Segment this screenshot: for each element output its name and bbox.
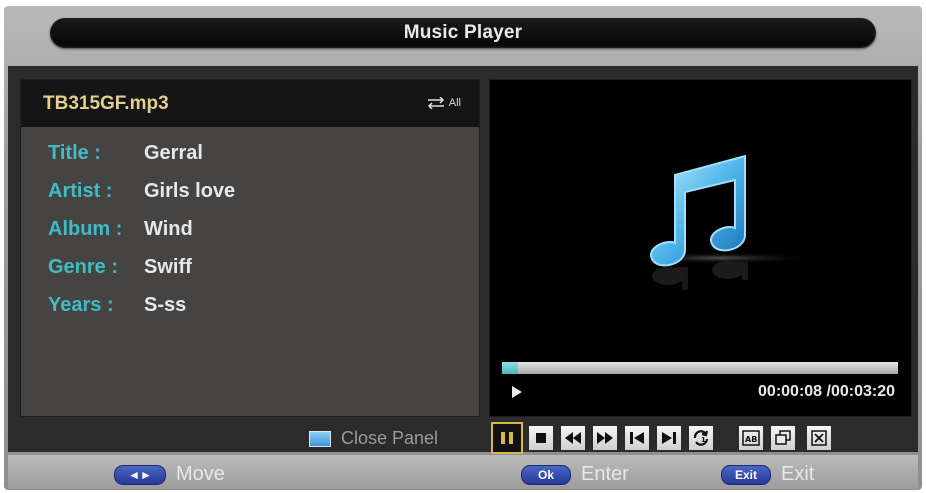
playlist-icon xyxy=(775,430,791,445)
stop-button[interactable] xyxy=(528,425,554,451)
meta-row-album: Album : Wind xyxy=(48,218,193,244)
rewind-icon xyxy=(565,432,581,444)
ab-repeat-button[interactable]: AB xyxy=(738,425,764,451)
hint-enter: Ok Enter xyxy=(521,463,629,486)
repeat-mode: All xyxy=(448,97,461,109)
pause-icon xyxy=(501,432,513,444)
meta-row-genre: Genre : Swiff xyxy=(48,256,192,282)
hint-enter-label: Enter xyxy=(581,463,629,485)
track-info-panel: TB315GF.mp3 All Title : Gerral Artist : … xyxy=(20,79,480,417)
fast-forward-button[interactable] xyxy=(592,425,618,451)
close-panel-hint[interactable]: Close Panel xyxy=(309,428,438,449)
track-filename: TB315GF.mp3 xyxy=(43,93,169,114)
meta-label: Title : xyxy=(48,142,101,164)
meta-value: S-ss xyxy=(144,294,187,316)
hint-move-label: Move xyxy=(176,463,225,485)
rewind-button[interactable] xyxy=(560,425,586,451)
close-icon xyxy=(811,430,827,446)
meta-row-title: Title : Gerral xyxy=(48,142,203,168)
track-info-header: TB315GF.mp3 All xyxy=(21,80,479,127)
ab-repeat-icon: AB xyxy=(742,430,760,446)
arrow-keys-icon: ◄► xyxy=(114,464,166,485)
meta-value: Gerral xyxy=(144,142,203,164)
meta-value: Girls love xyxy=(144,180,236,202)
previous-icon xyxy=(630,432,644,444)
close-button[interactable] xyxy=(806,425,832,451)
pause-button[interactable] xyxy=(491,422,523,454)
hint-exit: Exit Exit xyxy=(721,463,814,486)
meta-label: Years : xyxy=(48,294,114,316)
meta-row-years: Years : S-ss xyxy=(48,294,186,320)
meta-label: Album : xyxy=(48,218,123,240)
previous-button[interactable] xyxy=(624,425,650,451)
ok-key-icon: Ok xyxy=(521,464,571,485)
next-icon xyxy=(662,432,676,444)
meta-value: Swiff xyxy=(144,256,192,278)
next-button[interactable] xyxy=(656,425,682,451)
exit-key-icon: Exit xyxy=(721,464,771,485)
playlist-button[interactable] xyxy=(770,425,796,451)
music-note-icon xyxy=(625,154,815,290)
repeat-icon xyxy=(427,97,444,109)
meta-label: Artist : xyxy=(48,180,113,202)
title-bar: Music Player xyxy=(50,18,876,48)
stop-icon xyxy=(536,433,546,443)
repeat-indicator: All xyxy=(425,97,461,109)
progress-bar[interactable] xyxy=(502,362,898,374)
hint-move: ◄► Move xyxy=(114,463,225,486)
svg-text:1: 1 xyxy=(701,436,706,444)
meta-row-artist: Artist : Girls love xyxy=(48,180,235,206)
hint-exit-label: Exit xyxy=(781,463,815,485)
timecode: 00:00:08 /00:03:20 xyxy=(758,383,895,400)
preview-panel: 00:00:08 /00:03:20 xyxy=(489,79,912,417)
svg-text:AB: AB xyxy=(745,435,757,444)
progress-fill xyxy=(502,362,518,374)
window-title: Music Player xyxy=(403,22,523,43)
close-panel-label: Close Panel xyxy=(341,428,439,448)
meta-value: Wind xyxy=(144,218,193,240)
repeat-icon: 1 xyxy=(693,430,709,446)
repeat-button[interactable]: 1 xyxy=(688,425,714,451)
fast-forward-icon xyxy=(597,432,613,444)
meta-label: Genre : xyxy=(48,256,119,278)
play-icon xyxy=(512,386,522,398)
blue-key-icon xyxy=(309,430,331,447)
